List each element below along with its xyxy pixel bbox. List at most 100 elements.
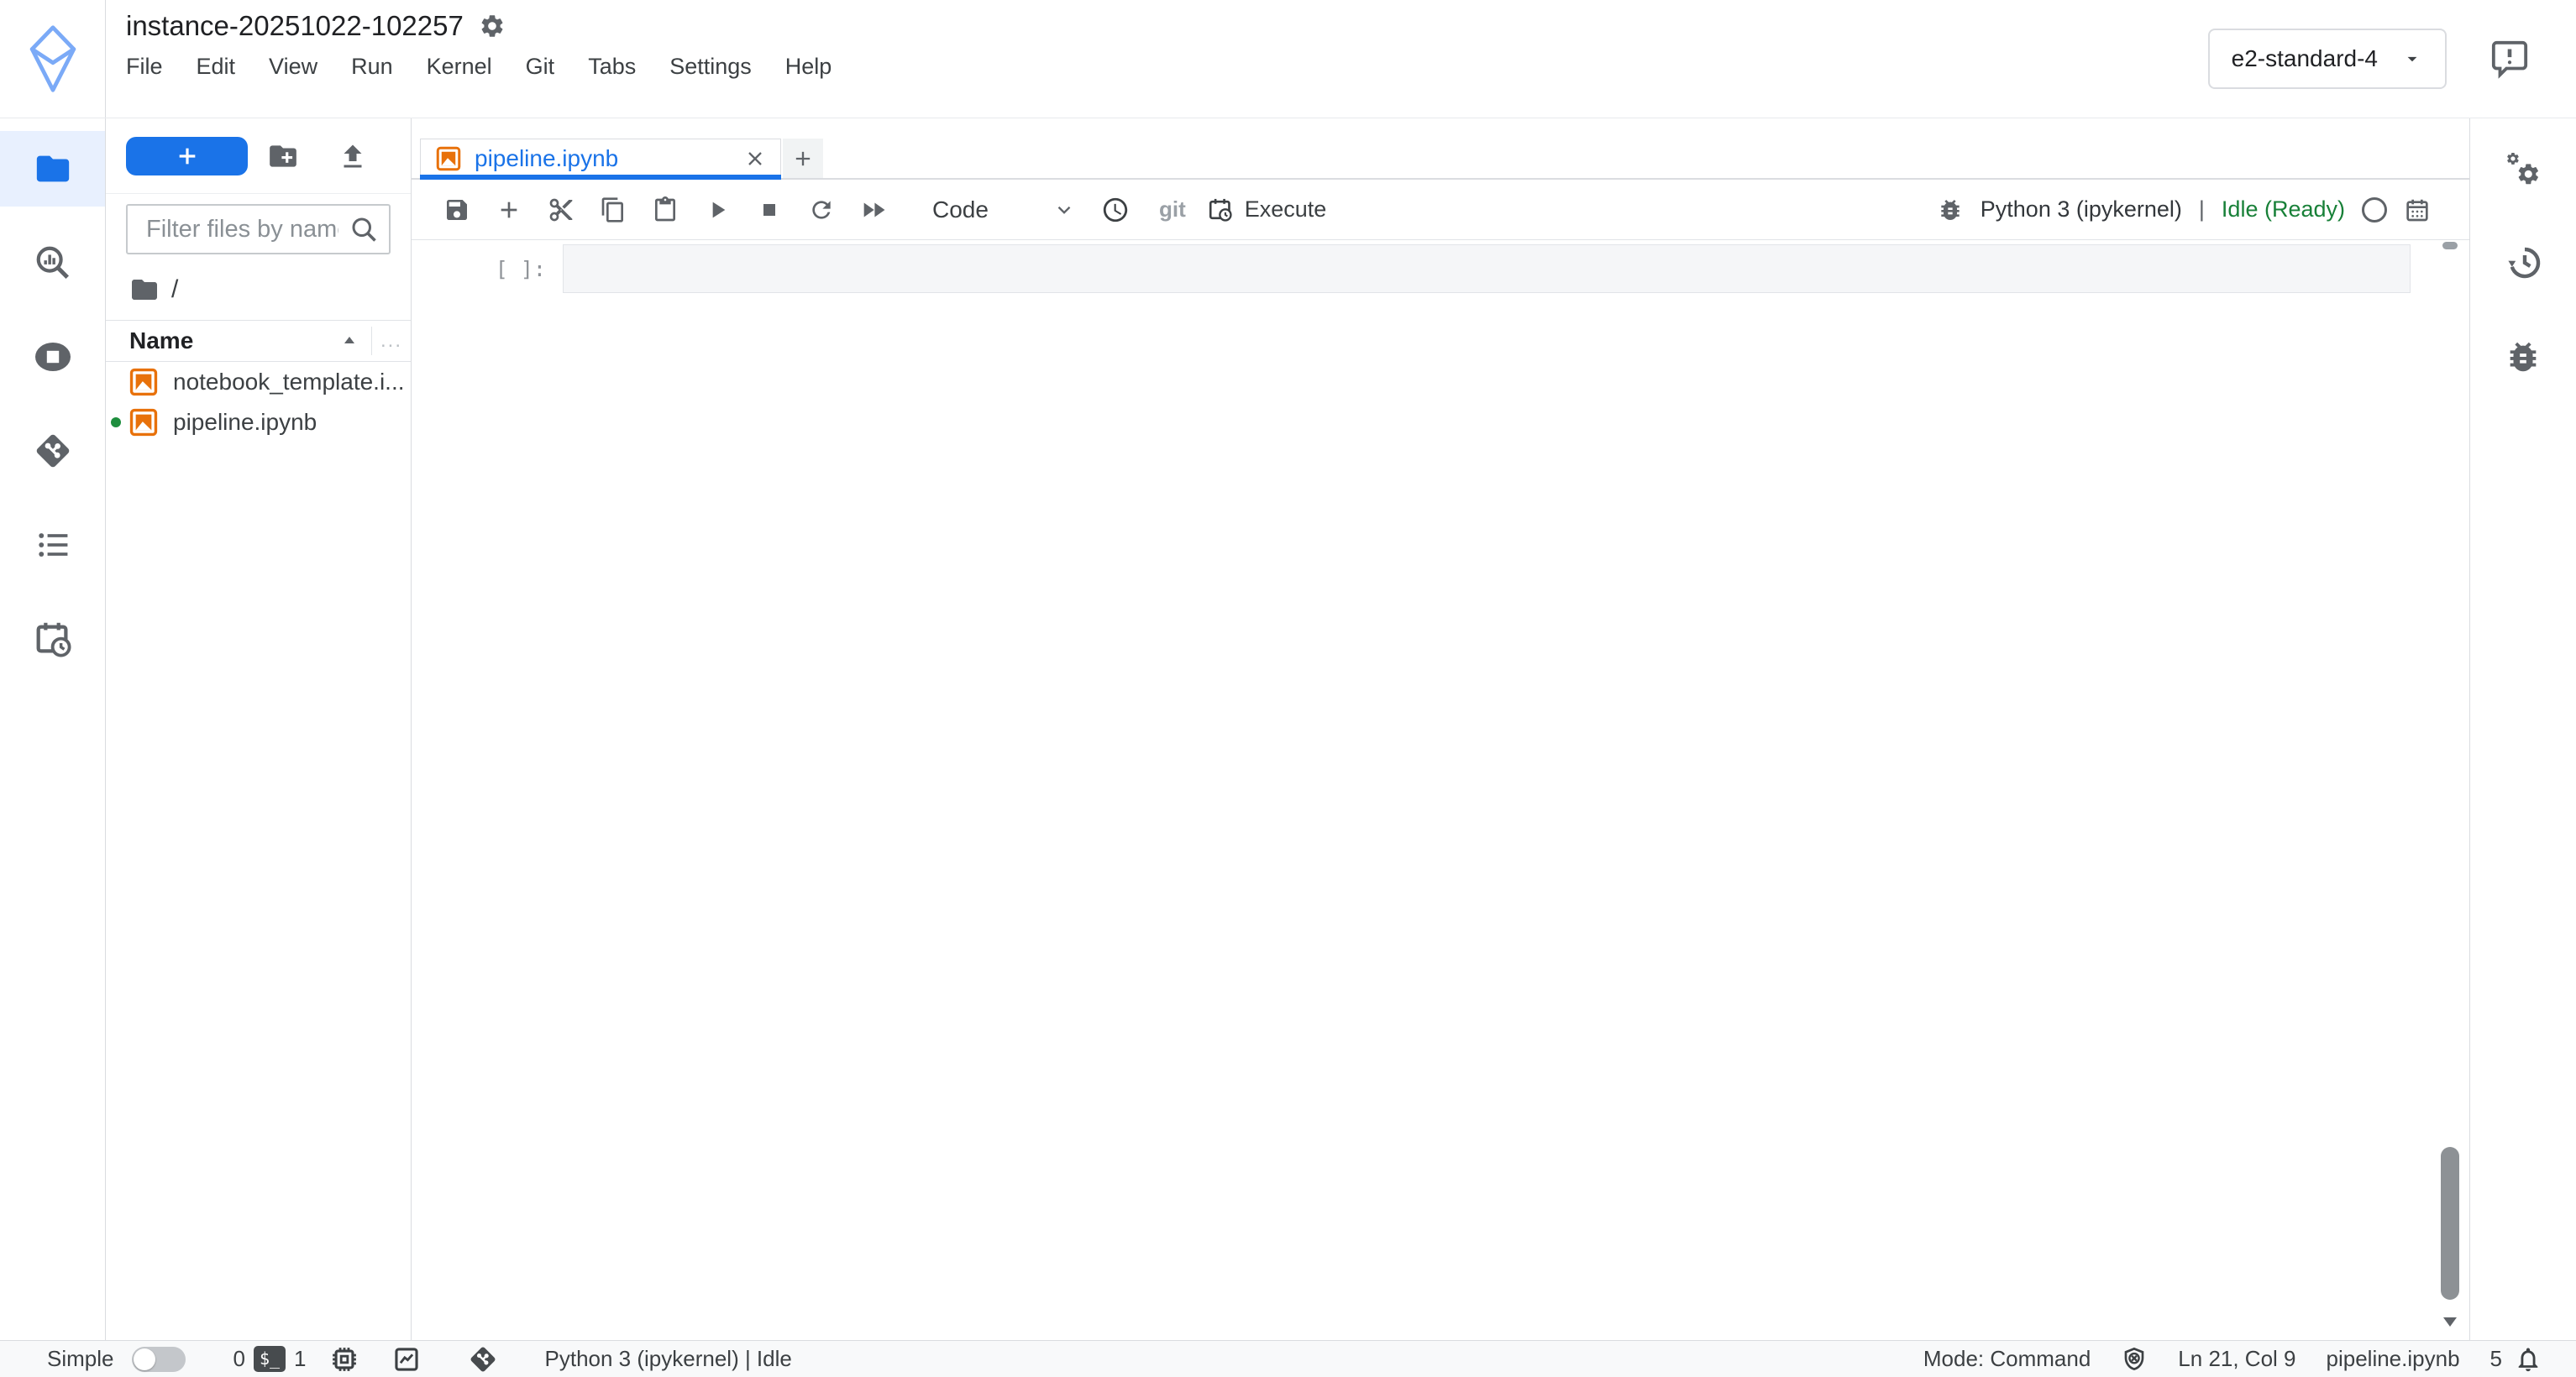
file-name: notebook_template.i... <box>173 369 405 395</box>
folder-icon <box>129 275 160 305</box>
calendar-clock-icon <box>1206 196 1235 224</box>
clock-icon <box>1101 196 1130 224</box>
name-column-header[interactable]: Name <box>129 327 193 354</box>
bug-icon[interactable] <box>1937 196 1964 223</box>
cell-editor[interactable] <box>563 244 2411 293</box>
copy-cell-button[interactable] <box>598 195 628 225</box>
cursor-position[interactable]: Ln 21, Col 9 <box>2178 1346 2295 1372</box>
tab-bar: pipeline.ipynb <box>412 118 2469 180</box>
code-cell[interactable]: [ ]: <box>412 244 2469 293</box>
chevron-down-icon <box>2401 48 2423 70</box>
kernel-status-text[interactable]: Python 3 (ipykernel) | Idle <box>545 1346 792 1372</box>
git-toolbar-label[interactable]: git <box>1159 196 1186 223</box>
run-cell-button[interactable] <box>702 195 732 225</box>
scrollbar-top-pill[interactable] <box>2442 242 2458 249</box>
sidebar-item-table-of-contents[interactable] <box>0 507 105 583</box>
cut-cell-button[interactable] <box>546 195 576 225</box>
left-sidebar <box>0 118 106 1340</box>
kernel-status-circle[interactable] <box>2362 197 2387 223</box>
paste-cell-button[interactable] <box>650 195 680 225</box>
restart-kernel-button[interactable] <box>806 195 837 225</box>
resource-chart-icon[interactable] <box>392 1345 421 1374</box>
add-cell-button[interactable] <box>494 195 524 225</box>
kernel-name[interactable]: Python 3 (ipykernel) <box>1981 196 2182 223</box>
plus-icon <box>174 143 201 170</box>
kernel-separator: | <box>2199 196 2205 223</box>
upload-button[interactable] <box>317 141 387 171</box>
menu-settings[interactable]: Settings <box>669 54 752 80</box>
menu-git[interactable]: Git <box>526 54 555 80</box>
menu-view[interactable]: View <box>269 54 317 80</box>
cell-type-dropdown[interactable]: Code <box>932 196 1075 223</box>
notification-count[interactable]: 5 <box>2490 1346 2502 1372</box>
trust-shield-icon[interactable] <box>2121 1345 2148 1374</box>
execution-time-button[interactable] <box>1100 195 1131 225</box>
simple-mode-toggle[interactable] <box>132 1347 186 1372</box>
execute-label: Execute <box>1245 196 1327 223</box>
kernel-count[interactable]: 1 <box>294 1346 306 1372</box>
active-filename[interactable]: pipeline.ipynb <box>2327 1346 2460 1372</box>
machine-type-dropdown[interactable]: e2-standard-4 <box>2208 29 2447 89</box>
running-kernel-dot <box>111 417 121 427</box>
scrollbar-thumb[interactable] <box>2441 1147 2459 1300</box>
save-icon <box>443 196 470 223</box>
breadcrumb[interactable]: / <box>106 254 411 320</box>
header-right: e2-standard-4 <box>2208 0 2576 118</box>
bug-icon <box>2504 338 2542 376</box>
simple-mode-label: Simple <box>47 1346 113 1372</box>
scissors-icon <box>548 196 574 223</box>
sidebar-item-property-inspector[interactable] <box>2470 131 2576 207</box>
sidebar-item-debugger[interactable] <box>2470 319 2576 395</box>
feedback-icon[interactable] <box>2490 39 2529 79</box>
new-folder-icon <box>267 140 299 172</box>
interrupt-kernel-button[interactable] <box>754 195 784 225</box>
search-chart-icon <box>34 243 72 282</box>
sidebar-item-history[interactable] <box>2470 225 2576 301</box>
scrollbar-down-arrow[interactable] <box>2443 1317 2457 1327</box>
file-list-header[interactable]: Name ... <box>106 320 411 362</box>
menu-help[interactable]: Help <box>785 54 832 80</box>
notebook-scrollbar[interactable] <box>2441 242 2459 1340</box>
menu-edit[interactable]: Edit <box>197 54 236 80</box>
restart-run-all-button[interactable] <box>858 195 889 225</box>
file-row-notebook-template[interactable]: notebook_template.i... <box>106 362 411 402</box>
kernel-usage-icon[interactable] <box>330 1345 359 1374</box>
execute-button[interactable]: Execute <box>1206 196 1327 224</box>
gear-icon[interactable] <box>479 13 506 39</box>
git-status-icon[interactable] <box>468 1344 498 1374</box>
file-name: pipeline.ipynb <box>173 409 317 436</box>
close-icon[interactable] <box>743 147 767 170</box>
menu-bar: File Edit View Run Kernel Git Tabs Setti… <box>126 54 2208 80</box>
breadcrumb-root[interactable]: / <box>171 275 178 304</box>
terminal-count[interactable]: 0 <box>233 1346 244 1372</box>
file-row-pipeline[interactable]: pipeline.ipynb <box>106 402 411 442</box>
chevron-down-icon <box>1053 199 1075 221</box>
running-stop-icon <box>33 340 73 374</box>
paste-icon <box>652 196 679 223</box>
menu-run[interactable]: Run <box>351 54 393 80</box>
sidebar-item-git[interactable] <box>0 413 105 489</box>
folder-icon <box>34 149 72 188</box>
menu-tabs[interactable]: Tabs <box>588 54 636 80</box>
new-tab-button[interactable] <box>783 139 823 178</box>
sidebar-item-running-sessions[interactable] <box>0 319 105 395</box>
command-mode-indicator[interactable]: Mode: Command <box>1923 1346 2091 1372</box>
body: / Name ... notebook_template.i... <box>0 118 2576 1340</box>
modified-column-collapsed[interactable]: ... <box>372 329 411 353</box>
menu-file[interactable]: File <box>126 54 163 80</box>
upload-icon <box>338 141 368 171</box>
notebook-file-icon <box>129 368 158 396</box>
sidebar-item-notebook-jobs[interactable] <box>0 601 105 677</box>
sidebar-item-file-browser[interactable] <box>0 131 105 207</box>
new-folder-button[interactable] <box>248 140 317 172</box>
calendar-clock-icon <box>32 618 74 660</box>
sidebar-item-search-data[interactable] <box>0 225 105 301</box>
menu-kernel[interactable]: Kernel <box>427 54 492 80</box>
bell-icon[interactable] <box>2514 1345 2542 1374</box>
calendar-icon[interactable] <box>2404 196 2431 223</box>
history-clock-icon <box>2503 243 2543 283</box>
save-button[interactable] <box>442 195 472 225</box>
new-launcher-button[interactable] <box>126 137 248 175</box>
tab-pipeline-ipynb[interactable]: pipeline.ipynb <box>420 139 781 178</box>
restart-icon <box>808 196 835 223</box>
